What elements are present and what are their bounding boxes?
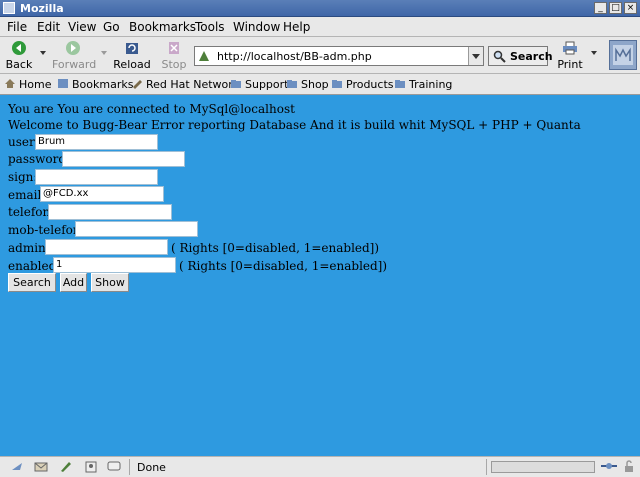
mozilla-logo[interactable] [609, 40, 637, 70]
address-book-icon[interactable] [84, 460, 98, 473]
status-separator [129, 459, 130, 475]
bookmarks-icon [58, 79, 68, 88]
back-arrow-icon [12, 41, 26, 55]
menu-file[interactable]: File [7, 20, 27, 34]
menu-window[interactable]: Window [233, 20, 280, 34]
personal-support[interactable]: Support [230, 78, 288, 91]
pencil-link-icon [133, 80, 142, 89]
window-icon[interactable] [3, 2, 15, 14]
personal-toolbar: Home Bookmarks Red Hat Network Support S… [0, 74, 640, 95]
mail-icon[interactable] [34, 460, 48, 473]
stop-button[interactable]: Stop [158, 39, 190, 73]
forward-button[interactable]: Forward [52, 39, 96, 73]
menu-tools[interactable]: Tools [195, 20, 225, 34]
folder-icon [231, 80, 241, 88]
forward-history-dropdown[interactable] [101, 51, 107, 55]
password-label: password: [8, 152, 71, 166]
personal-products[interactable]: Products [331, 78, 394, 91]
status-text: Done [137, 461, 166, 474]
menu-edit[interactable]: Edit [37, 20, 60, 34]
page-content: You are You are connected to MySql@local… [0, 95, 640, 456]
enabled-field[interactable]: 1 [53, 257, 176, 273]
maximize-button[interactable]: □ [609, 2, 622, 14]
admin-label: admin: [8, 241, 50, 255]
home-icon [5, 79, 15, 88]
menu-go[interactable]: Go [103, 20, 120, 34]
folder-icon [287, 80, 297, 88]
personal-shop[interactable]: Shop [286, 78, 329, 91]
personal-bookmarks[interactable]: Bookmarks [57, 78, 133, 91]
sign-label: sign: [8, 170, 38, 184]
reload-icon [126, 43, 138, 54]
url-bar[interactable]: http://localhost/BB-adm.php [194, 46, 484, 66]
personal-red-hat-network[interactable]: Red Hat Network [131, 78, 239, 91]
composer-icon[interactable] [59, 460, 73, 473]
menu-bookmarks[interactable]: Bookmarks [129, 20, 196, 34]
folder-icon [332, 80, 342, 88]
personal-home[interactable]: Home [4, 78, 51, 91]
search-icon [493, 50, 506, 63]
close-button[interactable]: × [624, 2, 637, 14]
search-button[interactable]: Search [488, 46, 553, 66]
window-title: Mozilla [20, 2, 64, 15]
admin-rights-hint: ( Rights [0=disabled, 1=enabled]) [171, 241, 380, 255]
welcome-text: Welcome to Bugg-Bear Error reporting Dat… [8, 118, 581, 132]
sign-field[interactable] [35, 169, 158, 185]
search-submit-button[interactable]: Search [8, 273, 56, 292]
status-bar: Done [0, 456, 640, 477]
show-button[interactable]: Show [91, 273, 129, 292]
minimize-button[interactable]: _ [594, 2, 607, 14]
print-dropdown[interactable] [591, 51, 597, 55]
reload-button[interactable]: Reload [113, 39, 151, 73]
back-history-dropdown[interactable] [40, 51, 46, 55]
security-lock-icon[interactable] [622, 460, 636, 473]
status-separator [486, 459, 487, 475]
telefon-field[interactable] [48, 204, 172, 220]
folder-icon [395, 80, 405, 88]
add-button[interactable]: Add [60, 273, 87, 292]
mozilla-logo-icon [613, 45, 633, 65]
print-button[interactable]: Print [555, 39, 585, 73]
url-text: http://localhost/BB-adm.php [217, 50, 372, 63]
mob-telefon-field[interactable] [75, 221, 198, 237]
admin-field[interactable] [45, 239, 168, 255]
mob-telefon-label: mob-telefon: [8, 223, 85, 237]
navigation-toolbar: Back Forward Reload Stop http://localhos… [0, 37, 640, 74]
user-field[interactable]: Brum [35, 134, 158, 150]
forward-arrow-icon [66, 41, 80, 55]
stop-icon [169, 42, 179, 54]
back-button[interactable]: Back [2, 39, 36, 73]
chat-icon[interactable] [107, 460, 121, 473]
email-field[interactable]: @FCD.xx [40, 186, 164, 202]
online-status-icon[interactable] [600, 460, 618, 473]
title-bar: Mozilla _ □ × [0, 0, 640, 17]
enabled-rights-hint: ( Rights [0=disabled, 1=enabled]) [179, 259, 388, 273]
progress-bar [491, 461, 595, 473]
site-icon [199, 51, 209, 61]
url-history-dropdown[interactable] [468, 47, 483, 65]
menu-view[interactable]: View [68, 20, 96, 34]
connection-status: You are You are connected to MySql@local… [8, 102, 295, 116]
menu-help[interactable]: Help [283, 20, 310, 34]
menu-bar: File Edit View Go Bookmarks Tools Window… [0, 17, 640, 37]
password-field[interactable] [62, 151, 185, 167]
personal-training[interactable]: Training [394, 78, 452, 91]
printer-icon [563, 41, 577, 55]
navigator-icon[interactable] [10, 460, 24, 473]
